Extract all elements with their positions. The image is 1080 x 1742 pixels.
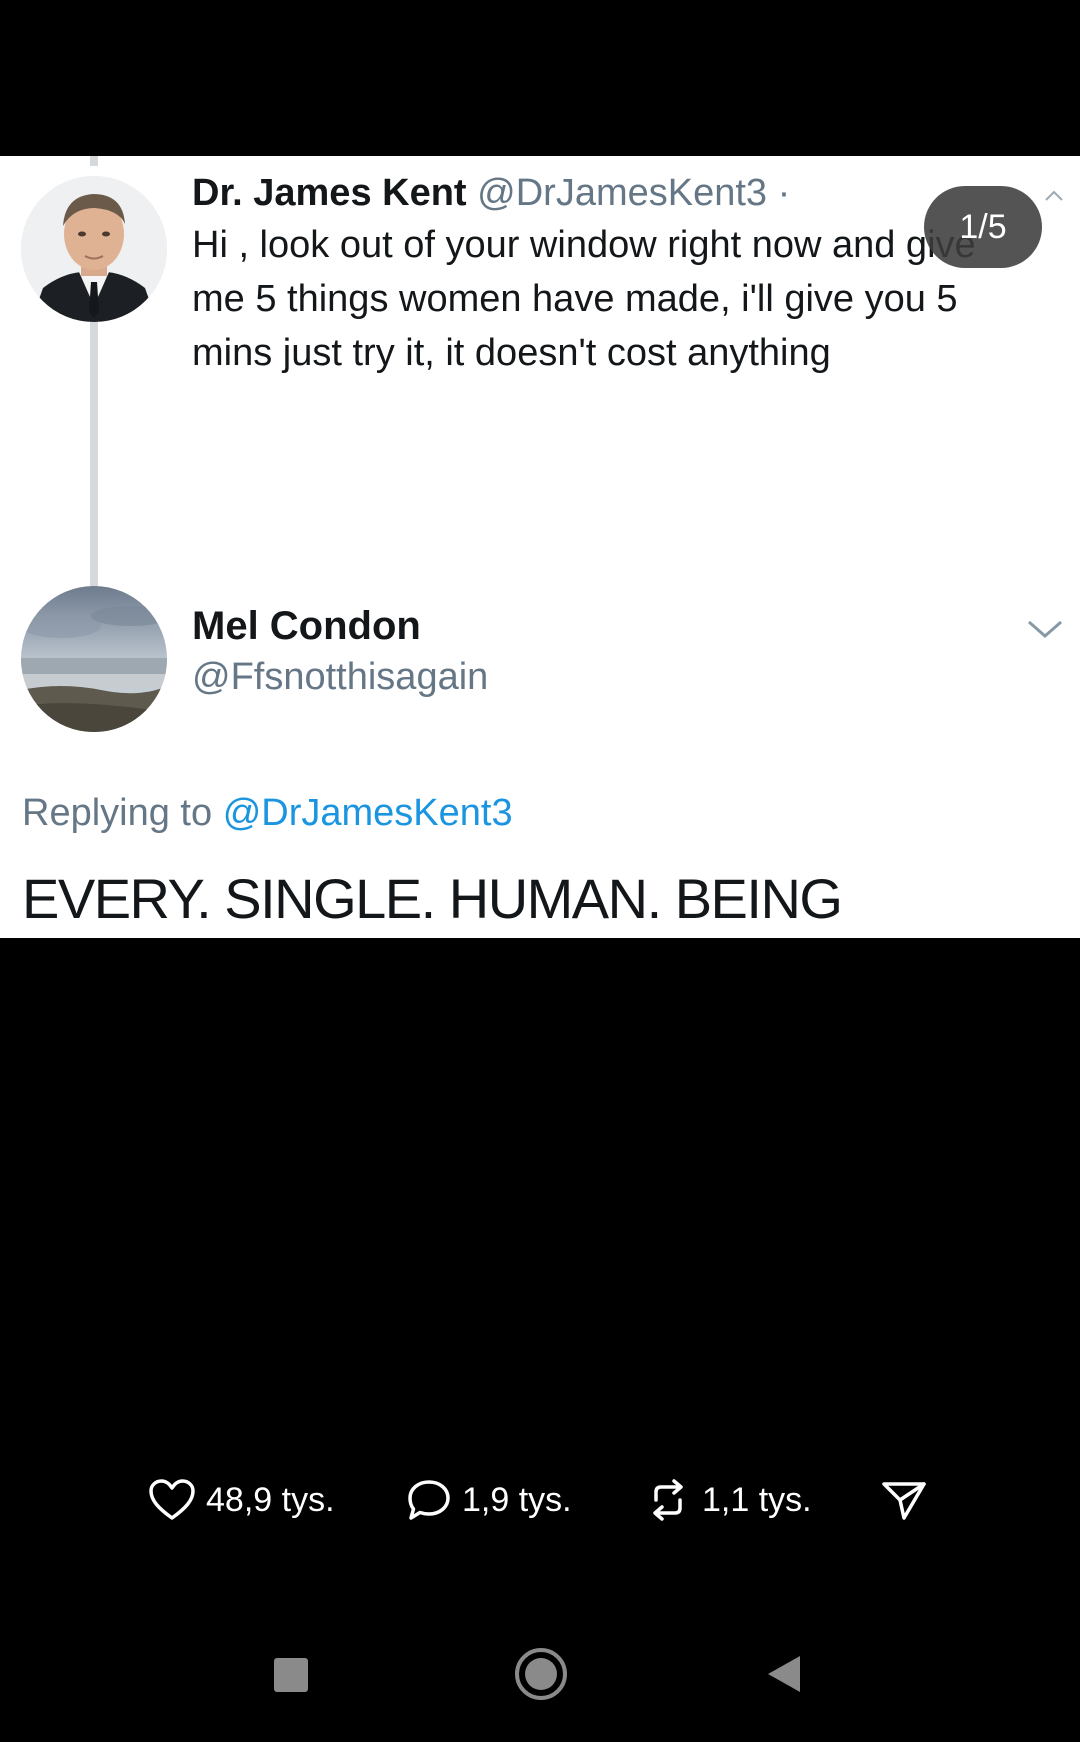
- repost-button[interactable]: 1,1 tys.: [644, 1470, 812, 1530]
- image-page-counter: 1/5: [924, 186, 1042, 268]
- repost-count: 1,1 tys.: [702, 1480, 812, 1519]
- tweet-original: Dr. James Kent @DrJamesKent3 · Hi , look…: [192, 168, 1052, 380]
- action-bar: 48,9 tys. 1,9 tys. 1,1 tys.: [0, 1470, 1080, 1530]
- system-nav-bar: [0, 1640, 1080, 1710]
- triangle-back-icon[interactable]: [768, 1656, 800, 1692]
- comment-button[interactable]: 1,9 tys.: [406, 1470, 572, 1530]
- reply-body: EVERY. SINGLE. HUMAN. BEING: [22, 867, 843, 930]
- replying-prefix: Replying to: [22, 792, 213, 834]
- comment-count: 1,9 tys.: [462, 1480, 572, 1519]
- share-button[interactable]: [880, 1470, 928, 1530]
- post-image[interactable]: Dr. James Kent @DrJamesKent3 · Hi , look…: [0, 156, 1080, 938]
- like-count: 48,9 tys.: [206, 1480, 335, 1519]
- square-icon[interactable]: [274, 1658, 308, 1692]
- circle-icon[interactable]: [515, 1648, 567, 1700]
- tweet-body: Hi , look out of your window right now a…: [192, 224, 976, 374]
- replying-to: Replying to @DrJamesKent3: [22, 792, 513, 835]
- thread-connector-top: [90, 156, 98, 166]
- avatar-dr-james-kent[interactable]: [21, 176, 167, 322]
- replying-mention[interactable]: @DrJamesKent3: [223, 792, 513, 834]
- like-button[interactable]: 48,9 tys.: [148, 1470, 335, 1530]
- avatar-mel-condon[interactable]: [21, 586, 167, 732]
- reply-author-name[interactable]: Mel Condon: [192, 604, 421, 649]
- chevron-down-icon[interactable]: [1026, 618, 1064, 640]
- author-handle[interactable]: @DrJamesKent3 ·: [477, 172, 790, 214]
- heart-icon: [149, 1479, 195, 1520]
- author-name[interactable]: Dr. James Kent: [192, 172, 467, 214]
- comment-bubble-icon: [408, 1480, 450, 1520]
- send-icon: [882, 1482, 926, 1520]
- repost-icon: [653, 1479, 683, 1521]
- tweet-header: Dr. James Kent @DrJamesKent3 ·: [192, 168, 1052, 218]
- tweet-menu-chevron-icon[interactable]: [1044, 190, 1064, 202]
- reply-author-handle[interactable]: @Ffsnotthisagain: [192, 656, 488, 699]
